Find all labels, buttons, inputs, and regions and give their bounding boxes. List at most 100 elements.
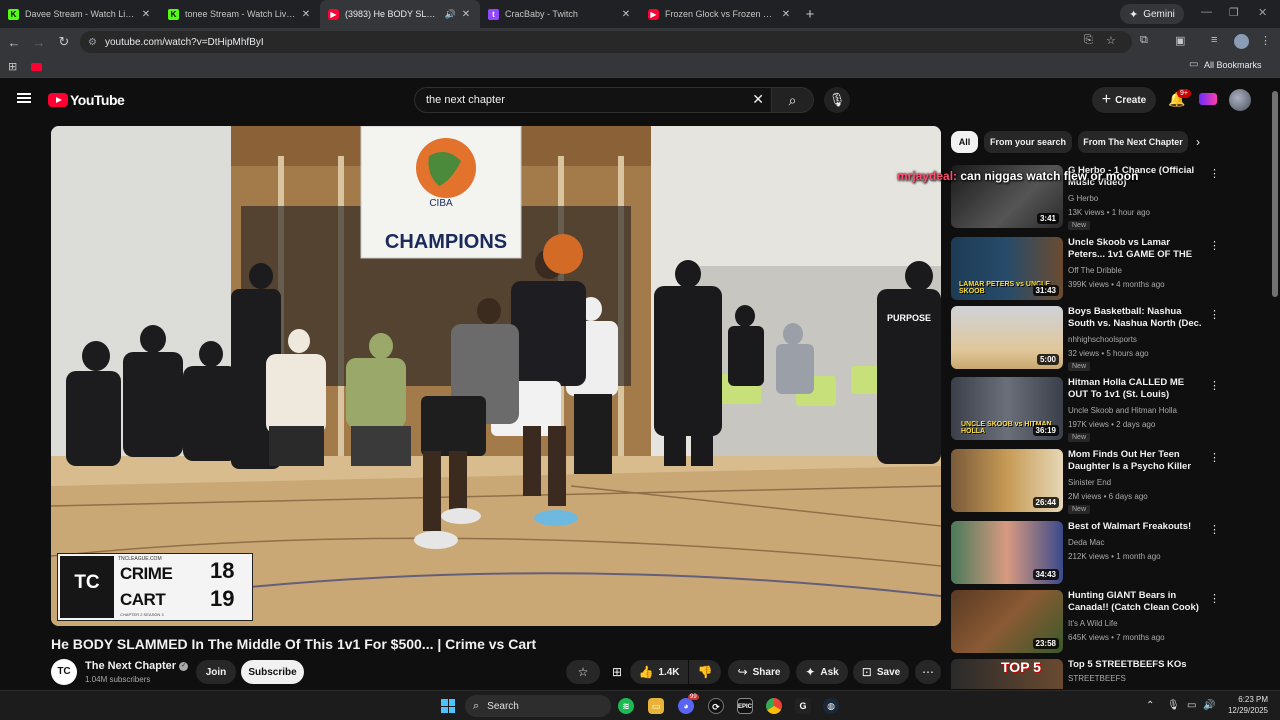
- youtube-logo[interactable]: YouTube: [48, 92, 125, 108]
- hamburger-menu-icon[interactable]: [17, 93, 31, 103]
- channel-avatar[interactable]: TC: [51, 659, 77, 685]
- rec-title: Mom Finds Out Her Teen Daughter Is a Psy…: [1068, 449, 1192, 472]
- more-vert-icon[interactable]: ⋮: [1209, 592, 1220, 605]
- taskbar-search[interactable]: ⌕ Search: [465, 695, 611, 717]
- reload-icon[interactable]: ↻: [53, 34, 75, 50]
- duration-badge: 31:43: [1032, 285, 1059, 296]
- steam-icon[interactable]: ◍: [823, 698, 839, 714]
- menu-dots-icon[interactable]: ⋮: [1260, 34, 1271, 47]
- chrome-icon[interactable]: [766, 698, 782, 714]
- create-button[interactable]: + Create: [1092, 87, 1156, 113]
- clock-time: 6:23 PM: [1238, 695, 1268, 704]
- rec-channel: Sinister End: [1068, 478, 1112, 487]
- video-thumbnail[interactable]: 26:44: [951, 449, 1063, 512]
- recommendation-item[interactable]: 23:58 Hunting GIANT Bears in Canada!! (C…: [951, 590, 1220, 656]
- video-thumbnail[interactable]: 23:58: [951, 590, 1063, 653]
- youtube-bookmark-icon[interactable]: [31, 62, 43, 71]
- recommendation-item[interactable]: 34:43 Best of Walmart Freakouts! Deda Ma…: [951, 521, 1220, 587]
- new-tab-button[interactable]: +: [800, 6, 820, 23]
- forward-icon[interactable]: →: [28, 35, 50, 50]
- app-g-icon[interactable]: G: [795, 698, 811, 714]
- extensions-icon[interactable]: ⧉: [1140, 34, 1148, 47]
- chip-from-your-search[interactable]: From your search: [984, 131, 1072, 153]
- ask-button[interactable]: ✦ Ask: [796, 660, 848, 684]
- close-icon[interactable]: ✕: [140, 9, 152, 20]
- search-input[interactable]: the next chapter ✕: [414, 87, 772, 113]
- clear-search-icon[interactable]: ✕: [752, 91, 764, 108]
- chip-all[interactable]: All: [951, 131, 978, 153]
- search-button[interactable]: ⌕: [772, 87, 814, 113]
- reading-list-icon[interactable]: ≡: [1211, 34, 1217, 46]
- apps-grid-icon[interactable]: ⊞: [8, 60, 17, 73]
- close-icon[interactable]: ✕: [300, 9, 312, 20]
- more-vert-icon[interactable]: ⋮: [1209, 379, 1220, 392]
- voice-search-icon[interactable]: 🎙: [824, 87, 850, 113]
- more-vert-icon[interactable]: ⋮: [1209, 661, 1211, 674]
- star-button[interactable]: ☆: [566, 660, 600, 684]
- microphone-icon[interactable]: 🎙: [1167, 700, 1180, 711]
- tray-chevron-icon[interactable]: ⌃: [1146, 700, 1154, 711]
- volume-icon[interactable]: 🔊: [1203, 700, 1215, 711]
- save-button[interactable]: ⊡ Save: [853, 660, 909, 684]
- close-window-icon[interactable]: ✕: [1258, 6, 1267, 19]
- more-vert-icon[interactable]: ⋮: [1209, 239, 1220, 252]
- share-button[interactable]: ↪ Share: [728, 660, 790, 684]
- channel-name[interactable]: The Next Chapter ✓: [85, 660, 189, 672]
- split-view-icon[interactable]: ▣: [1175, 34, 1185, 47]
- more-vert-icon[interactable]: ⋮: [1209, 167, 1220, 180]
- maximize-icon[interactable]: ❐: [1229, 6, 1239, 19]
- tab-tonee[interactable]: K tonee Stream - Watch Live on K ✕: [160, 0, 320, 28]
- grid-button[interactable]: ⊞: [604, 660, 630, 684]
- close-icon[interactable]: ✕: [620, 9, 632, 20]
- close-icon[interactable]: ✕: [460, 9, 472, 20]
- more-actions-button[interactable]: ⋯: [915, 660, 941, 684]
- tab-davee[interactable]: K Davee Stream - Watch Live on K ✕: [0, 0, 160, 28]
- speaker-icon[interactable]: 🔊: [445, 9, 456, 20]
- recommendation-item[interactable]: UNCLE SKOOB vs HITMAN HOLLA 36:19 Hitman…: [951, 377, 1220, 443]
- steam-like-icon[interactable]: ⟳: [708, 698, 724, 714]
- address-bar[interactable]: ⚙ youtube.com/watch?v=DtHipMhfByI ⎘ ☆: [80, 31, 1132, 53]
- back-icon[interactable]: ←: [3, 35, 25, 50]
- chip-from-channel[interactable]: From The Next Chapter: [1078, 131, 1188, 153]
- site-info-icon[interactable]: ⚙: [88, 37, 97, 48]
- recommendation-item[interactable]: LAMAR PETERS vs UNCLE SKOOB 31:43 Uncle …: [951, 237, 1220, 303]
- browser-profile-avatar[interactable]: [1234, 34, 1249, 49]
- recommendation-item[interactable]: 5:00 Boys Basketball: Nashua South vs. N…: [951, 306, 1220, 372]
- discord-icon[interactable]: ◕: [678, 698, 694, 714]
- user-avatar[interactable]: [1229, 89, 1251, 111]
- video-thumbnail[interactable]: 5:00: [951, 306, 1063, 369]
- spotify-icon[interactable]: ≋: [618, 698, 634, 714]
- recommendation-item[interactable]: TOP 5 Top 5 STREETBEEFS KOs STREETBEEFS …: [951, 659, 1211, 689]
- page-scrollbar[interactable]: [1272, 91, 1278, 297]
- more-vert-icon[interactable]: ⋮: [1209, 523, 1220, 536]
- video-thumbnail[interactable]: LAMAR PETERS vs UNCLE SKOOB 31:43: [951, 237, 1063, 300]
- bookmark-star-icon[interactable]: ☆: [1106, 34, 1116, 47]
- system-clock[interactable]: 6:23 PM 12/29/2025: [1226, 694, 1268, 716]
- install-icon[interactable]: ⎘: [1084, 34, 1093, 47]
- tab-frozen-glock[interactable]: ▶ Frozen Glock vs Frozen M&P - Y ✕: [640, 0, 800, 28]
- tab-twitch[interactable]: t CracBaby - Twitch ✕: [480, 0, 640, 28]
- close-icon[interactable]: ✕: [780, 9, 792, 20]
- more-vert-icon[interactable]: ⋮: [1209, 451, 1220, 464]
- more-vert-icon[interactable]: ⋮: [1209, 308, 1220, 321]
- all-bookmarks[interactable]: All Bookmarks: [1204, 60, 1262, 70]
- epic-games-icon[interactable]: EPIC: [737, 698, 753, 714]
- chat-overlay: mrjaydeal: can niggas watch flew or moon: [897, 169, 1138, 183]
- dislike-button[interactable]: 👎: [689, 660, 721, 684]
- network-icon[interactable]: ▭: [1187, 700, 1196, 711]
- like-button[interactable]: 👍 1.4K: [630, 660, 688, 684]
- chevron-right-icon[interactable]: ›: [1196, 135, 1200, 149]
- upload-sparkle-icon[interactable]: [1199, 93, 1217, 105]
- video-thumbnail[interactable]: 34:43: [951, 521, 1063, 584]
- subscribe-button[interactable]: Subscribe: [241, 660, 304, 684]
- join-button[interactable]: Join: [196, 660, 236, 684]
- windows-start-icon[interactable]: [441, 699, 455, 713]
- minimize-icon[interactable]: —: [1201, 6, 1212, 18]
- video-thumbnail[interactable]: TOP 5: [951, 659, 1063, 689]
- recommendation-item[interactable]: 26:44 Mom Finds Out Her Teen Daughter Is…: [951, 449, 1220, 515]
- tab-youtube-video[interactable]: ▶ (3983) He BODY SLAMMED 🔊 ✕: [320, 0, 480, 28]
- gemini-button[interactable]: ✦ Gemini: [1120, 4, 1184, 24]
- video-thumbnail[interactable]: UNCLE SKOOB vs HITMAN HOLLA 36:19: [951, 377, 1063, 440]
- video-player[interactable]: CIBA CHAMPIONS PURPOSE TC TNCLEAGUE.COM …: [51, 126, 941, 626]
- file-explorer-icon[interactable]: ▭: [648, 698, 664, 714]
